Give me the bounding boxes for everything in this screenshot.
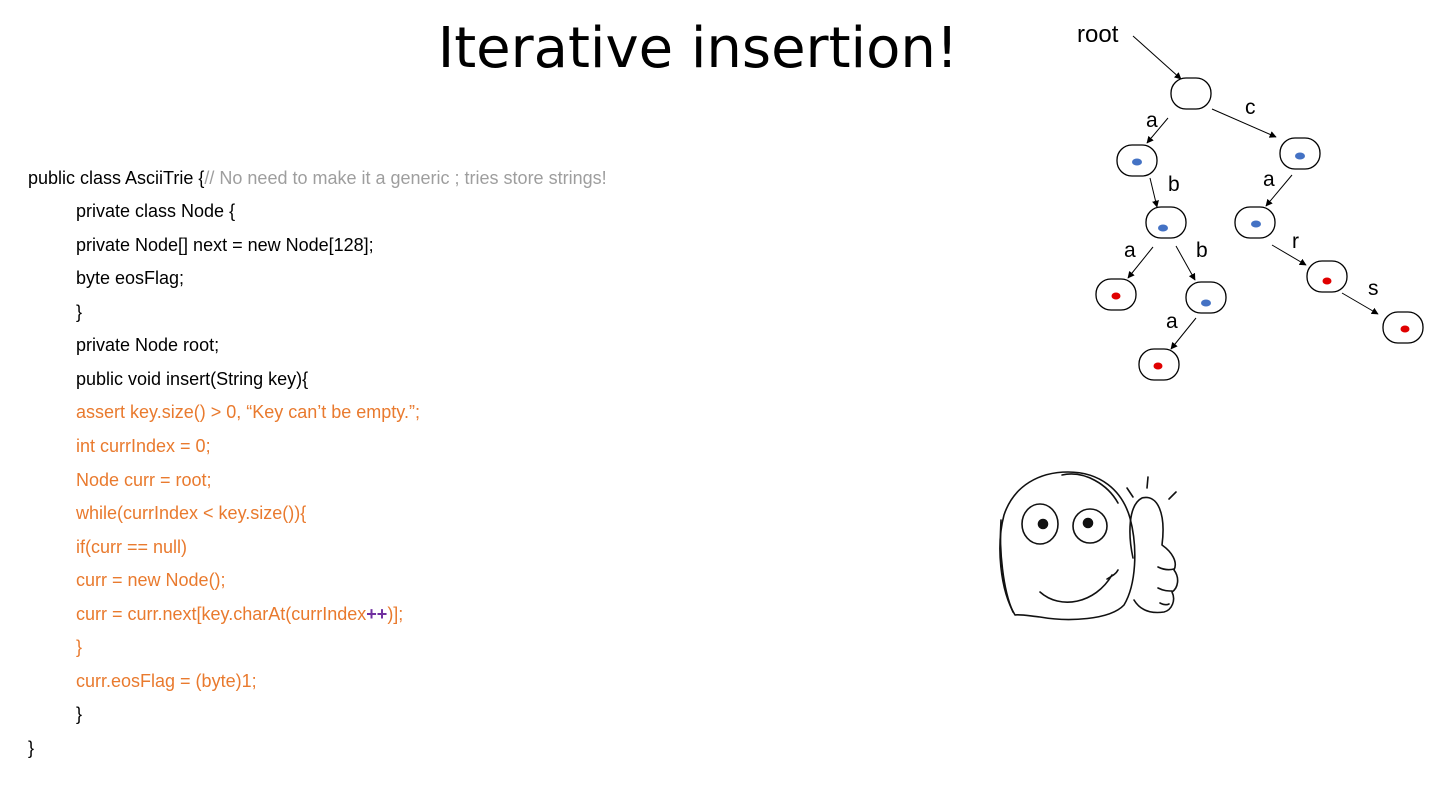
edge-label-a: a — [1146, 109, 1158, 132]
edge-label-c: c — [1245, 96, 1256, 119]
trie-edge — [1271, 244, 1307, 266]
node-marker-dot — [1295, 152, 1305, 160]
node-marker-dot — [1158, 224, 1168, 232]
node-marker-dot — [1132, 158, 1142, 166]
node-marker-dot — [1201, 299, 1211, 307]
trie-node — [1145, 206, 1187, 239]
edge-label-b: b — [1196, 239, 1208, 262]
trie-edge — [1175, 245, 1196, 281]
edge-label-s: s — [1368, 277, 1379, 300]
trie-edge — [1149, 177, 1159, 208]
trie-root-node — [1170, 77, 1212, 110]
end-of-string-dot — [1322, 277, 1332, 285]
trie-node — [1185, 281, 1227, 314]
root-label: root — [1077, 21, 1119, 48]
edge-label-a: a — [1166, 310, 1178, 333]
thumbs-up-meme-face-icon — [999, 471, 1179, 621]
root-pointer-arrow — [1132, 35, 1182, 80]
edge-label-r: r — [1292, 230, 1299, 253]
end-of-string-dot — [1153, 362, 1163, 370]
edge-label-a: a — [1124, 239, 1136, 262]
edge-label-a: a — [1263, 168, 1275, 191]
trie-diagram: root a c b a a b r a s — [999, 21, 1424, 621]
node-marker-dot — [1251, 220, 1261, 228]
edge-label-b: b — [1168, 173, 1180, 196]
trie-terminal-node — [1306, 260, 1348, 293]
end-of-string-dot — [1400, 325, 1410, 333]
trie-edge — [1211, 108, 1277, 138]
end-of-string-dot — [1111, 292, 1121, 300]
